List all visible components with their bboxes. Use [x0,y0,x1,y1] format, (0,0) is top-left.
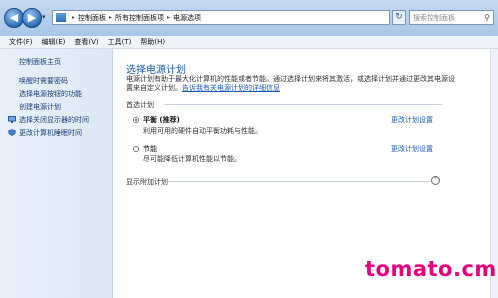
plan-balanced-settings-link[interactable]: 更改计划设置 [391,115,433,125]
address-bar-area: ◀ ▶ ▾ ▸ 控制面板 ▸ 所有控制面板项 ▸ 电源选项 ↻ 搜索控制面板 ⚲ [0,0,498,37]
plan-balanced-radio[interactable] [133,117,139,123]
menu-bar: 文件(F) 编辑(E) 查看(V) 工具(T) 帮助(H) [0,36,498,49]
monitor-icon [8,116,16,123]
control-panel-icon [56,13,66,22]
sidebar-item-create-plan[interactable]: 创建电源计划 [19,102,61,112]
sidebar-item-wake-password[interactable]: 唤醒时需要密码 [19,76,68,86]
forward-arrow-icon: ▶ [27,11,37,24]
refresh-icon: ↻ [395,12,403,22]
search-placeholder: 搜索控制面板 [413,13,455,22]
page-title: 选择电源计划 [126,65,186,76]
page-description: 电源计划有助于最大化计算机的性能或者节能。通过选择计划来将其激活，或选择计划并通… [126,75,461,93]
back-arrow-icon: ◀ [9,11,19,24]
plan-balanced-desc: 利用可用的硬件自动平衡功耗与性能。 [143,127,262,135]
sidebar-home-link[interactable]: 控制面板主页 [19,57,61,67]
section-divider [164,104,442,105]
breadcrumb-item-power-options[interactable]: 电源选项 [173,13,201,23]
breadcrumb[interactable]: ▸ 控制面板 ▸ 所有控制面板项 ▸ 电源选项 [52,10,390,25]
preferred-plans-heading: 首选计划 [126,101,154,109]
plan-powersaver-radio[interactable] [133,146,139,152]
breadcrumb-separator[interactable]: ▸ [72,14,75,21]
history-dropdown-button[interactable]: ▾ [42,13,46,21]
breadcrumb-item-all-items[interactable]: 所有控制面板项 [115,13,164,23]
refresh-button[interactable]: ↻ [392,10,406,25]
back-button[interactable]: ◀ [4,8,24,28]
menu-edit[interactable]: 编辑(E) [42,37,66,47]
breadcrumb-item-control-panel[interactable]: 控制面板 [78,13,106,23]
search-input[interactable]: 搜索控制面板 ⚲ [409,10,494,25]
chevron-down-icon: ˅ [434,177,437,184]
learn-more-link[interactable]: 告诉我有关电源计划的详细信息 [182,84,280,92]
expand-button[interactable]: ˅ [431,176,440,185]
menu-view[interactable]: 查看(V) [74,37,98,47]
breadcrumb-separator[interactable]: ▸ [109,14,112,21]
sidebar: 控制面板主页 唤醒时需要密码 选择电源按钮的功能 创建电源计划 选择关闭显示器的… [0,49,113,298]
menu-help[interactable]: 帮助(H) [140,37,165,47]
plan-powersaver-settings-link[interactable]: 更改计划设置 [391,144,433,154]
sidebar-item-display-off[interactable]: 选择关闭显示器的时间 [19,115,89,125]
menu-tools[interactable]: 工具(T) [108,37,132,47]
sidebar-item-power-buttons[interactable]: 选择电源按钮的功能 [19,89,82,99]
plan-balanced-name[interactable]: 平衡 (推荐) [143,115,180,125]
plan-powersaver-name[interactable]: 节能 [143,144,157,154]
description-text: 电源计划有助于最大化计算机的性能或者节能。通过选择计划来将其激活，或选择计划并通… [126,75,455,92]
search-icon: ⚲ [484,13,490,22]
breadcrumb-separator[interactable]: ▸ [167,14,170,21]
section-divider [168,181,430,182]
shield-icon [8,129,16,136]
menu-file[interactable]: 文件(F) [9,37,33,47]
sidebar-item-sleep-time[interactable]: 更改计算机睡眠时间 [19,128,82,138]
forward-button[interactable]: ▶ [22,8,42,28]
plan-powersaver-desc: 尽可能降低计算机性能以节能。 [143,155,241,163]
watermark-text: tomato.cm [365,257,497,281]
show-additional-plans[interactable]: 显示附加计划 [126,177,168,187]
